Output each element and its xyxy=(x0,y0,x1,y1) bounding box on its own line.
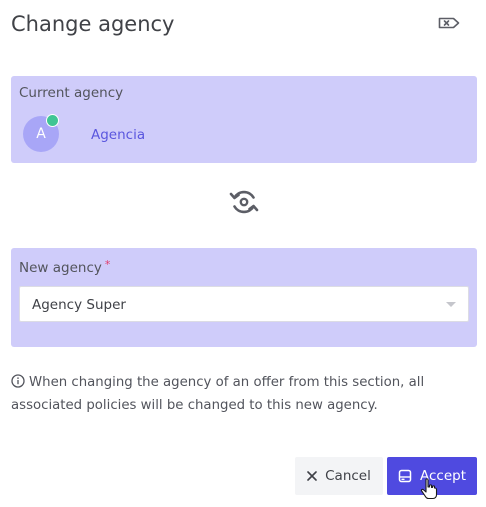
info-circle-icon xyxy=(11,374,25,388)
current-agency-label: Current agency xyxy=(19,85,124,101)
rotate-swap-icon xyxy=(229,190,259,214)
backspace-x-icon xyxy=(438,17,459,29)
new-agency-panel: New agency * Agency Super xyxy=(11,248,477,347)
current-agency-panel: Current agency A Agencia xyxy=(11,76,477,163)
new-agency-select-value: Agency Super xyxy=(32,297,126,313)
close-button[interactable] xyxy=(437,15,460,31)
required-indicator: * xyxy=(104,258,111,271)
current-agency-name[interactable]: Agencia xyxy=(91,127,145,143)
new-agency-select[interactable]: Agency Super xyxy=(19,286,469,322)
accept-button[interactable]: Accept xyxy=(387,457,477,495)
info-text: When changing the agency of an offer fro… xyxy=(11,375,425,413)
chevron-down-icon xyxy=(446,302,456,307)
dialog-title: Change agency xyxy=(11,12,175,36)
accept-button-label: Accept xyxy=(419,468,466,484)
new-agency-label-text: New agency xyxy=(19,260,102,276)
save-icon xyxy=(398,469,412,483)
avatar-initial: A xyxy=(36,126,46,142)
status-indicator xyxy=(46,114,59,127)
new-agency-label: New agency * xyxy=(19,258,110,276)
info-message: When changing the agency of an offer fro… xyxy=(11,371,471,417)
x-icon xyxy=(307,471,317,481)
cancel-button[interactable]: Cancel xyxy=(295,457,383,495)
cancel-button-label: Cancel xyxy=(325,468,371,484)
